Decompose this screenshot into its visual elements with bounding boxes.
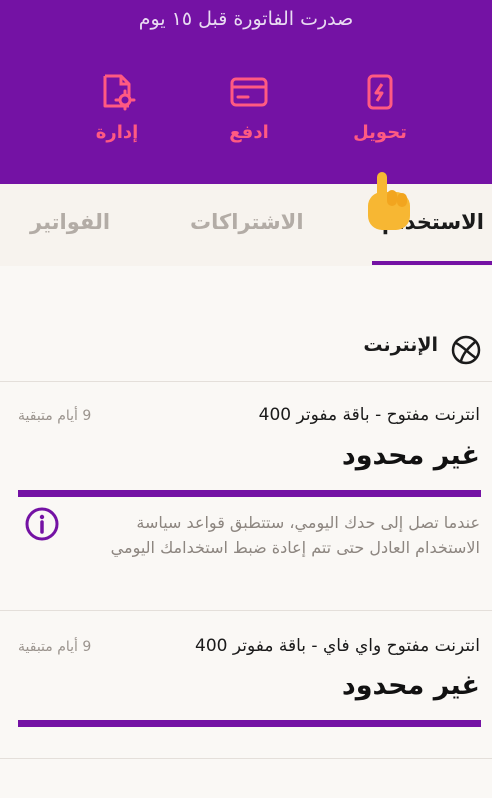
- phone-transfer-icon: [367, 74, 393, 110]
- transfer-label: تحويل: [353, 122, 407, 143]
- fair-usage-note: عندما تصل إلى حدك اليومي، ستتطبق قواعد س…: [110, 513, 480, 557]
- pay-button[interactable]: ادفع: [194, 72, 304, 152]
- document-gear-icon: [103, 74, 136, 111]
- credit-card-icon: [230, 77, 268, 107]
- account-header: صدرت الفاتورة قبل ١٥ يوم تحويل ادفع إدار…: [0, 0, 492, 184]
- plan-name: انترنت مفتوح واي فاي - باقة مفوتر 400: [195, 636, 480, 656]
- pointing-hand-icon: [368, 172, 410, 230]
- plan-days-remaining: 9 أيام متبقية: [18, 639, 92, 655]
- info-icon[interactable]: [24, 506, 60, 542]
- globe-icon: [451, 335, 481, 365]
- pay-label: ادفع: [229, 122, 269, 143]
- invoice-note: صدرت الفاتورة قبل ١٥ يوم: [138, 8, 354, 30]
- tab-bills[interactable]: الفواتير: [30, 210, 110, 234]
- divider: [0, 381, 492, 382]
- plan-allowance: غير محدود: [341, 440, 480, 471]
- plan-name: انترنت مفتوح - باقة مفوتر 400: [258, 405, 480, 425]
- usage-bar: [18, 490, 481, 497]
- transfer-button[interactable]: تحويل: [325, 72, 435, 152]
- divider: [0, 610, 492, 611]
- section-title: الإنترنت: [363, 334, 438, 356]
- divider: [0, 758, 492, 759]
- manage-button[interactable]: إدارة: [62, 72, 172, 152]
- manage-label: إدارة: [95, 122, 139, 143]
- usage-bar: [18, 720, 481, 727]
- plan-allowance: غير محدود: [341, 670, 480, 701]
- active-tab-indicator: [372, 261, 492, 265]
- tab-subscriptions[interactable]: الاشتراكات: [190, 210, 304, 234]
- plan-days-remaining: 9 أيام متبقية: [18, 408, 92, 424]
